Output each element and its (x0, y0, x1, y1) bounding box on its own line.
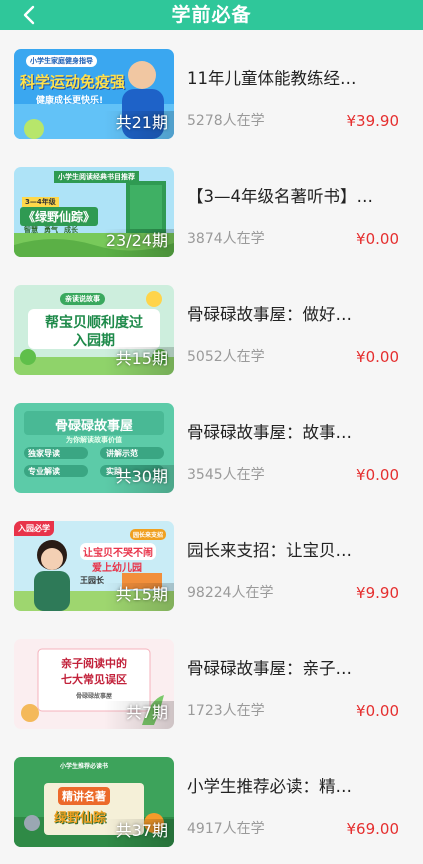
periods-badge: 共15期 (115, 585, 168, 604)
poster-headline: 《绿野仙踪》 (20, 207, 99, 226)
course-thumbnail[interactable]: 亲子阅读中的 七大常见误区 骨碌碌故事屋 共7期 (14, 639, 174, 729)
course-info: 11年儿童体能教练经… 5278人在学 ¥39.90 (187, 67, 407, 130)
poster-headline-2: 绿野仙踪 (54, 811, 107, 826)
course-item[interactable]: 入园必学 园长来支招 让宝贝不哭不闹 爱上幼儿园 王园长 共15期 园长来支招：… (0, 502, 423, 620)
learner-count: 1723人在学 (187, 703, 265, 719)
course-thumbnail[interactable]: 小学生家庭健身指导 科学运动免疫强 健康成长更快乐! 共21期 (14, 49, 174, 139)
learner-count: 3874人在学 (187, 231, 265, 247)
course-price: ¥0.00 (356, 348, 399, 366)
course-price: ¥0.00 (356, 230, 399, 248)
poster-banner: 小学生推荐必读书 (60, 763, 109, 770)
course-thumbnail[interactable]: 骨碌碌故事屋 为你解读故事价值 独家导读 讲解示范 专业解读 实践 共30期 (14, 403, 174, 493)
course-thumbnail[interactable]: 小学生推荐必读书 精讲名著 绿野仙踪 共37期 (14, 757, 174, 847)
poster-headline-2: 爱上幼儿园 (92, 563, 142, 574)
learner-count: 4917人在学 (187, 821, 265, 837)
learner-count: 5278人在学 (187, 113, 265, 129)
periods-badge: 共37期 (115, 821, 168, 840)
course-price: ¥0.00 (356, 702, 399, 720)
poster-tag: 智慧 (24, 226, 38, 234)
course-thumbnail[interactable]: 亲读说故事 帮宝贝顺利度过 入园期 共15期 (14, 285, 174, 375)
course-item[interactable]: 小学生阅读经典书目推荐 3—4年级 《绿野仙踪》 智慧 勇气 成长 23/24期… (0, 148, 423, 266)
poster-subtitle: 健康成长更快乐! (36, 96, 104, 106)
poster-headline: 骨碌碌故事屋 (54, 419, 133, 434)
poster-banner: 小学生家庭健身指导 (26, 55, 97, 67)
poster-badge: 入园必学 (14, 521, 54, 536)
poster-headline-2: 七大常见误区 (61, 673, 127, 686)
course-meta: 98224人在学 ¥9.90 (187, 583, 399, 603)
course-info: 骨碌碌故事屋：做好… 5052人在学 ¥0.00 (187, 303, 407, 366)
course-thumbnail[interactable]: 入园必学 园长来支招 让宝贝不哭不闹 爱上幼儿园 王园长 共15期 (14, 521, 174, 611)
poster-corner-label: 园长来支招 (130, 529, 167, 540)
poster-person: 王园长 (80, 576, 104, 585)
course-title[interactable]: 11年儿童体能教练经… (187, 67, 407, 91)
course-title[interactable]: 小学生推荐必读：精… (187, 775, 407, 799)
course-item[interactable]: 小学生家庭健身指导 科学运动免疫强 健康成长更快乐! 共21期 11年儿童体能教… (0, 30, 423, 148)
course-meta: 5278人在学 ¥39.90 (187, 111, 399, 131)
poster-banner: 亲读说故事 (60, 293, 105, 305)
course-price: ¥0.00 (356, 466, 399, 484)
poster-tag: 独家导读 (28, 449, 60, 458)
course-meta: 3874人在学 ¥0.00 (187, 229, 399, 249)
poster-tag: 成长 (64, 226, 78, 234)
course-meta: 5052人在学 ¥0.00 (187, 347, 399, 367)
course-info: 【3—4年级名著听书】… 3874人在学 ¥0.00 (187, 185, 407, 248)
poster-tag: 讲解示范 (106, 449, 138, 458)
course-title[interactable]: 骨碌碌故事屋：故事… (187, 421, 407, 445)
periods-badge: 共21期 (115, 113, 168, 132)
course-item[interactable]: 亲子阅读中的 七大常见误区 骨碌碌故事屋 共7期 骨碌碌故事屋：亲子… 1723… (0, 620, 423, 738)
course-item[interactable]: 小学生推荐必读书 精讲名著 绿野仙踪 共37期 小学生推荐必读：精… 4917人… (0, 738, 423, 856)
course-info: 小学生推荐必读：精… 4917人在学 ¥69.00 (187, 775, 407, 838)
course-info: 骨碌碌故事屋：亲子… 1723人在学 ¥0.00 (187, 657, 407, 720)
course-title[interactable]: 骨碌碌故事屋：做好… (187, 303, 407, 327)
poster-banner: 小学生阅读经典书目推荐 (54, 171, 139, 183)
page-title: 学前必备 (171, 4, 252, 26)
course-info: 园长来支招：让宝贝… 98224人在学 ¥9.90 (187, 539, 407, 602)
poster-headline: 帮宝贝顺利度过 (45, 315, 143, 331)
poster-grade: 3—4年级 (22, 197, 59, 207)
course-price: ¥39.90 (346, 112, 400, 130)
periods-badge: 共15期 (115, 349, 168, 368)
poster-headline: 科学运动免疫强 (20, 73, 126, 91)
course-title[interactable]: 园长来支招：让宝贝… (187, 539, 407, 563)
learner-count: 3545人在学 (187, 467, 265, 483)
course-item[interactable]: 亲读说故事 帮宝贝顺利度过 入园期 共15期 骨碌碌故事屋：做好… 5052人在… (0, 266, 423, 384)
course-price: ¥69.00 (346, 820, 400, 838)
course-meta: 4917人在学 ¥69.00 (187, 819, 399, 839)
course-thumbnail[interactable]: 小学生阅读经典书目推荐 3—4年级 《绿野仙踪》 智慧 勇气 成长 23/24期 (14, 167, 174, 257)
poster-headline: 让宝贝不哭不闹 (80, 543, 156, 560)
course-price: ¥9.90 (356, 584, 399, 602)
poster-tag: 勇气 (44, 226, 58, 234)
course-meta: 3545人在学 ¥0.00 (187, 465, 399, 485)
poster-headline: 精讲名著 (58, 787, 110, 805)
periods-badge: 23/24期 (105, 231, 168, 250)
learner-count: 5052人在学 (187, 349, 265, 365)
periods-badge: 共30期 (115, 467, 168, 486)
learner-count: 98224人在学 (187, 585, 274, 601)
poster-headline: 亲子阅读中的 (61, 657, 127, 670)
course-title[interactable]: 【3—4年级名著听书】… (187, 185, 407, 209)
poster-subtitle: 为你解读故事价值 (66, 436, 122, 444)
periods-badge: 共7期 (125, 703, 168, 722)
top-app-bar: 学前必备 (0, 0, 423, 30)
poster-tag: 专业解读 (28, 467, 60, 476)
course-item[interactable]: 骨碌碌故事屋 为你解读故事价值 独家导读 讲解示范 专业解读 实践 共30期 骨… (0, 384, 423, 502)
course-meta: 1723人在学 ¥0.00 (187, 701, 399, 721)
course-title[interactable]: 骨碌碌故事屋：亲子… (187, 657, 407, 681)
course-info: 骨碌碌故事屋：故事… 3545人在学 ¥0.00 (187, 421, 407, 484)
